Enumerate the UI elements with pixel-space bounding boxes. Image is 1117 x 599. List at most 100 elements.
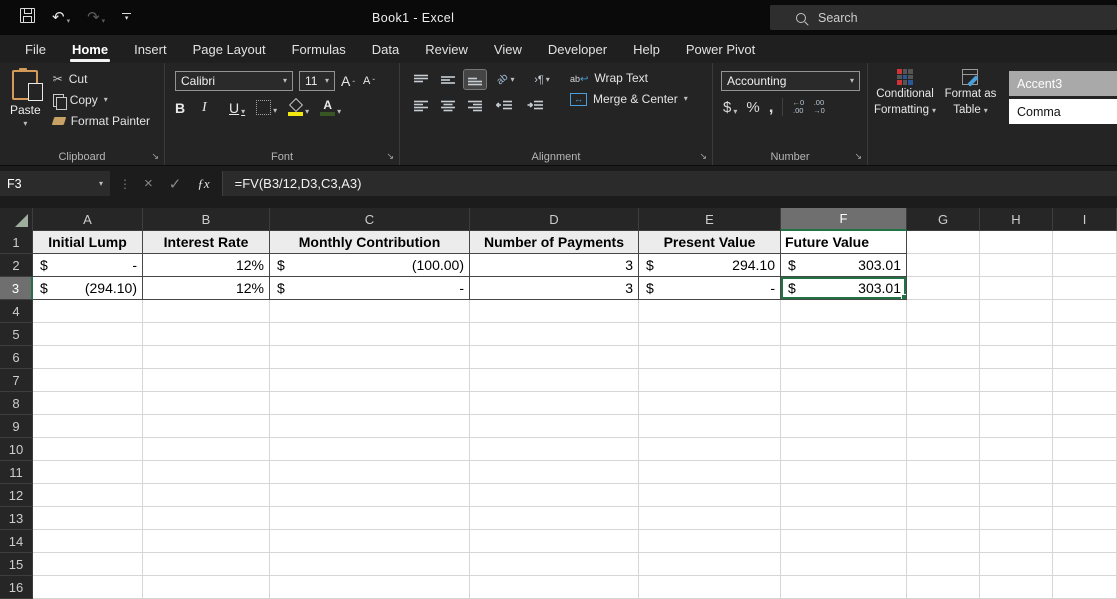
cell-F2[interactable]: $303.01 xyxy=(781,254,907,277)
redo-button[interactable]: ↷▾ xyxy=(87,10,105,25)
cell-H12[interactable] xyxy=(980,484,1053,507)
tab-file[interactable]: File xyxy=(12,35,59,63)
cell-C10[interactable] xyxy=(270,438,470,461)
decrease-indent-button[interactable] xyxy=(491,96,517,115)
cell-C15[interactable] xyxy=(270,553,470,576)
name-box[interactable]: F3▾ xyxy=(0,171,110,196)
cell-I5[interactable] xyxy=(1053,323,1117,346)
cell-H9[interactable] xyxy=(980,415,1053,438)
paste-button[interactable]: Paste ▾ xyxy=(10,70,41,128)
decrease-font-size-button[interactable]: Aˇ xyxy=(363,75,379,87)
cell-B16[interactable] xyxy=(143,576,270,599)
tab-view[interactable]: View xyxy=(481,35,535,63)
fill-color-button[interactable]: ▾ xyxy=(288,99,309,116)
cell-G13[interactable] xyxy=(907,507,980,530)
cell-I12[interactable] xyxy=(1053,484,1117,507)
cell-I8[interactable] xyxy=(1053,392,1117,415)
align-top-button[interactable] xyxy=(410,70,432,89)
cell-G4[interactable] xyxy=(907,300,980,323)
cell-E7[interactable] xyxy=(639,369,781,392)
accounting-format-button[interactable]: $▾ xyxy=(723,99,737,116)
borders-button[interactable]: ▾ xyxy=(256,100,277,115)
cell-H11[interactable] xyxy=(980,461,1053,484)
cell-H3[interactable] xyxy=(980,277,1053,300)
cell-B15[interactable] xyxy=(143,553,270,576)
cell-E15[interactable] xyxy=(639,553,781,576)
cell-C1[interactable]: Monthly Contribution xyxy=(270,231,470,254)
orientation-button[interactable]: ab▾ xyxy=(491,70,521,89)
cell-I11[interactable] xyxy=(1053,461,1117,484)
font-color-button[interactable]: A▾ xyxy=(320,99,341,116)
cell-F13[interactable] xyxy=(781,507,907,530)
select-all-corner[interactable] xyxy=(0,208,33,231)
cell-C11[interactable] xyxy=(270,461,470,484)
cell-C2[interactable]: $(100.00) xyxy=(270,254,470,277)
cell-D14[interactable] xyxy=(470,530,639,553)
cell-G15[interactable] xyxy=(907,553,980,576)
cell-H16[interactable] xyxy=(980,576,1053,599)
cell-style-accent3[interactable]: Accent3 xyxy=(1009,71,1117,96)
tab-data[interactable]: Data xyxy=(359,35,412,63)
cell-F8[interactable] xyxy=(781,392,907,415)
formula-input[interactable]: =FV(B3/12,D3,C3,A3) xyxy=(223,171,1117,196)
cell-A14[interactable] xyxy=(33,530,143,553)
cell-A8[interactable] xyxy=(33,392,143,415)
cell-H8[interactable] xyxy=(980,392,1053,415)
cell-C14[interactable] xyxy=(270,530,470,553)
cell-D13[interactable] xyxy=(470,507,639,530)
cell-I1[interactable] xyxy=(1053,231,1117,254)
cell-G3[interactable] xyxy=(907,277,980,300)
cell-B13[interactable] xyxy=(143,507,270,530)
row-header-2[interactable]: 2 xyxy=(0,254,33,277)
percent-style-button[interactable]: % xyxy=(746,99,759,116)
cell-H14[interactable] xyxy=(980,530,1053,553)
underline-button[interactable]: U▾ xyxy=(229,100,245,116)
save-button[interactable] xyxy=(20,8,35,28)
cell-D9[interactable] xyxy=(470,415,639,438)
cell-I3[interactable] xyxy=(1053,277,1117,300)
cell-A4[interactable] xyxy=(33,300,143,323)
cell-I4[interactable] xyxy=(1053,300,1117,323)
row-header-5[interactable]: 5 xyxy=(0,323,33,346)
row-header-9[interactable]: 9 xyxy=(0,415,33,438)
column-header-A[interactable]: A xyxy=(33,208,143,231)
cell-E9[interactable] xyxy=(639,415,781,438)
cell-F5[interactable] xyxy=(781,323,907,346)
copy-button[interactable]: Copy▾ xyxy=(53,93,150,107)
align-center-button[interactable] xyxy=(437,96,459,115)
tab-insert[interactable]: Insert xyxy=(121,35,180,63)
font-size-combo[interactable]: 11▾ xyxy=(299,71,335,91)
conditional-formatting-button[interactable]: Conditional Formatting▾ xyxy=(874,69,936,124)
cell-B1[interactable]: Interest Rate xyxy=(143,231,270,254)
cell-H5[interactable] xyxy=(980,323,1053,346)
cell-F3-selected[interactable]: $303.01 xyxy=(781,277,907,300)
cell-H1[interactable] xyxy=(980,231,1053,254)
format-as-table-button[interactable]: Format as Table▾ xyxy=(942,69,999,124)
cell-A10[interactable] xyxy=(33,438,143,461)
cell-E8[interactable] xyxy=(639,392,781,415)
row-header-15[interactable]: 15 xyxy=(0,553,33,576)
cell-I6[interactable] xyxy=(1053,346,1117,369)
number-dialog-launcher-icon[interactable]: ↘ xyxy=(854,151,862,162)
cell-C12[interactable] xyxy=(270,484,470,507)
italic-button[interactable]: I xyxy=(202,100,218,116)
cell-C3[interactable]: $- xyxy=(270,277,470,300)
cell-E14[interactable] xyxy=(639,530,781,553)
cell-C8[interactable] xyxy=(270,392,470,415)
cell-F15[interactable] xyxy=(781,553,907,576)
cell-F10[interactable] xyxy=(781,438,907,461)
cell-D3[interactable]: 3 xyxy=(470,277,639,300)
font-name-combo[interactable]: Calibri▾ xyxy=(175,71,293,91)
cell-D7[interactable] xyxy=(470,369,639,392)
cell-I16[interactable] xyxy=(1053,576,1117,599)
row-header-7[interactable]: 7 xyxy=(0,369,33,392)
cell-G16[interactable] xyxy=(907,576,980,599)
column-header-G[interactable]: G xyxy=(907,208,980,231)
cell-E11[interactable] xyxy=(639,461,781,484)
format-painter-button[interactable]: Format Painter xyxy=(53,114,150,128)
cell-E16[interactable] xyxy=(639,576,781,599)
cell-I7[interactable] xyxy=(1053,369,1117,392)
cell-A16[interactable] xyxy=(33,576,143,599)
cell-B7[interactable] xyxy=(143,369,270,392)
row-header-11[interactable]: 11 xyxy=(0,461,33,484)
